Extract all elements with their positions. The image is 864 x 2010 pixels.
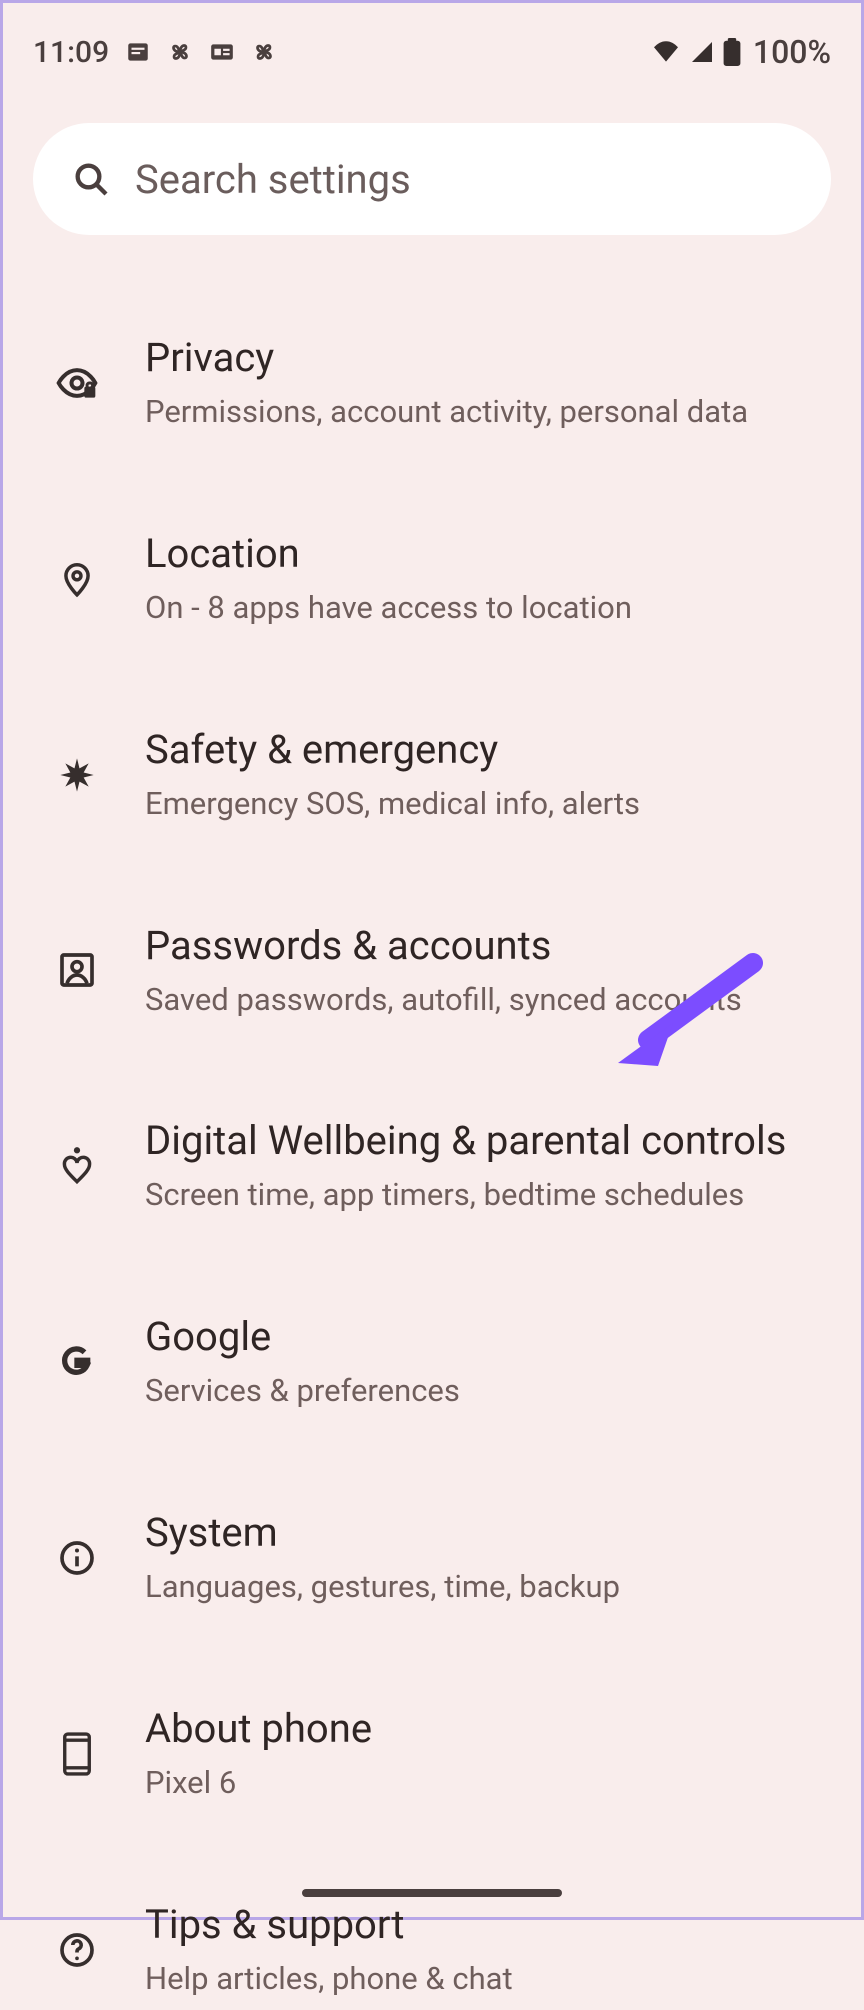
battery-icon xyxy=(723,38,741,66)
settings-item-passwords[interactable]: Passwords & accounts Saved passwords, au… xyxy=(3,873,861,1069)
item-title: System xyxy=(145,1508,831,1558)
settings-item-privacy[interactable]: Privacy Permissions, account activity, p… xyxy=(3,285,861,481)
fan-icon-2 xyxy=(251,39,277,65)
status-bar: 11:09 100% xyxy=(3,3,861,83)
phone-icon xyxy=(60,1731,94,1777)
wellbeing-icon xyxy=(58,1144,96,1188)
help-icon xyxy=(57,1930,97,1970)
settings-list: Privacy Permissions, account activity, p… xyxy=(3,255,861,2010)
wifi-icon xyxy=(651,40,681,64)
search-settings-bar[interactable]: Search settings xyxy=(33,123,831,235)
item-title: Safety & emergency xyxy=(145,725,831,775)
settings-item-google[interactable]: Google Services & preferences xyxy=(3,1264,861,1460)
settings-item-about-phone[interactable]: About phone Pixel 6 xyxy=(3,1656,861,1852)
fan-icon xyxy=(167,39,193,65)
info-icon xyxy=(57,1538,97,1578)
messages-icon xyxy=(125,39,151,65)
item-subtitle: On - 8 apps have access to location xyxy=(145,587,831,629)
search-icon xyxy=(71,159,111,199)
emergency-icon xyxy=(57,755,97,795)
status-right: 100% xyxy=(651,33,831,71)
item-subtitle: Help articles, phone & chat xyxy=(145,1958,831,2000)
item-subtitle: Languages, gestures, time, backup xyxy=(145,1566,831,1608)
item-title: Digital Wellbeing & parental controls xyxy=(145,1116,831,1166)
settings-item-tips[interactable]: Tips & support Help articles, phone & ch… xyxy=(3,1852,861,2010)
status-left: 11:09 xyxy=(33,35,277,70)
item-subtitle: Saved passwords, autofill, synced accoun… xyxy=(145,979,831,1021)
settings-item-safety[interactable]: Safety & emergency Emergency SOS, medica… xyxy=(3,677,861,873)
item-title: About phone xyxy=(145,1704,831,1754)
item-title: Tips & support xyxy=(145,1900,831,1950)
item-subtitle: Pixel 6 xyxy=(145,1762,831,1804)
search-placeholder: Search settings xyxy=(135,156,411,203)
item-subtitle: Services & preferences xyxy=(145,1370,831,1412)
signal-icon xyxy=(689,40,715,64)
item-title: Privacy xyxy=(145,333,831,383)
settings-item-location[interactable]: Location On - 8 apps have access to loca… xyxy=(3,481,861,677)
location-icon xyxy=(58,557,96,601)
google-icon xyxy=(57,1342,97,1382)
battery-percent: 100% xyxy=(753,33,831,71)
item-subtitle: Emergency SOS, medical info, alerts xyxy=(145,783,831,825)
item-subtitle: Screen time, app timers, bedtime schedul… xyxy=(145,1174,831,1216)
settings-item-system[interactable]: System Languages, gestures, time, backup xyxy=(3,1460,861,1656)
account-icon xyxy=(57,950,97,990)
nav-handle[interactable] xyxy=(302,1889,562,1897)
item-title: Google xyxy=(145,1312,831,1362)
item-title: Passwords & accounts xyxy=(145,921,831,971)
settings-item-digital-wellbeing[interactable]: Digital Wellbeing & parental controls Sc… xyxy=(3,1068,861,1264)
status-time: 11:09 xyxy=(33,35,109,70)
item-subtitle: Permissions, account activity, personal … xyxy=(145,391,831,433)
news-icon xyxy=(209,39,235,65)
privacy-icon xyxy=(55,361,99,405)
item-title: Location xyxy=(145,529,831,579)
